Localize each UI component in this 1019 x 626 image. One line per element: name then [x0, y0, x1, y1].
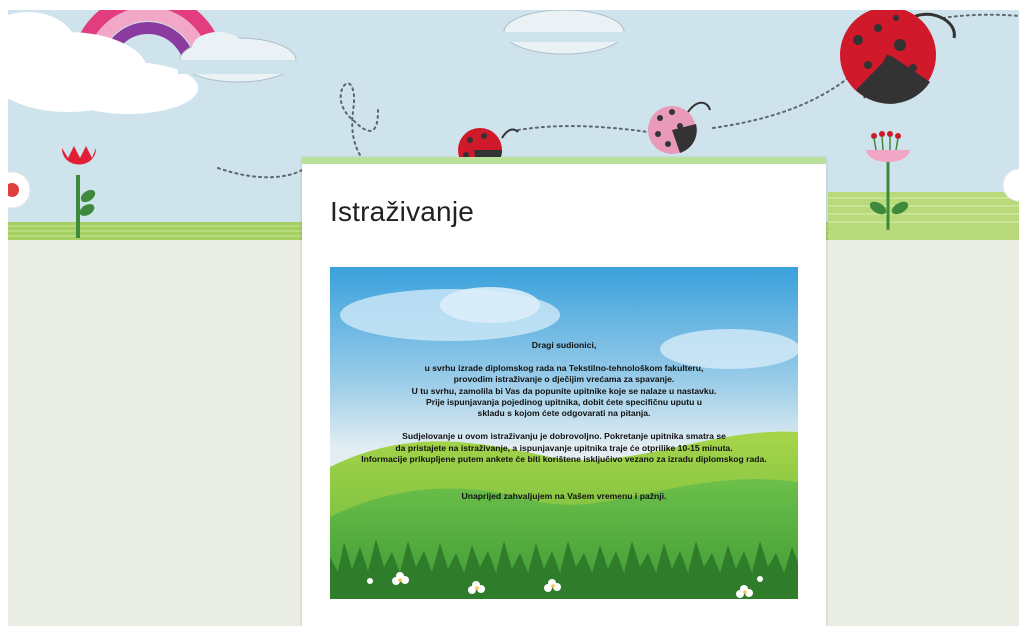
intro-message: Dragi sudionici, u svrhu izrade diplomsk… — [330, 340, 798, 502]
cloud-top-center — [502, 10, 626, 55]
intro-line: U tu svrhu, zamolila bi Vas da popunite … — [411, 385, 717, 396]
intro-line: skladu s kojom ćete odgovarati na pitanj… — [477, 408, 651, 419]
form-header-card: Istraživanje Dragi sudionici, u svrhu iz… — [302, 157, 826, 626]
intro-image: Dragi sudionici, u svrhu izrade diplomsk… — [330, 267, 798, 599]
intro-closing: Unaprijed zahvaljujem na Vašem vremenu i… — [461, 490, 667, 501]
intro-line: Sudjelovanje u ovom istraživanju je dobr… — [402, 431, 726, 442]
intro-line: u svrhu izrade diplomskog rada na Teksti… — [424, 362, 704, 373]
intro-line: Prije ispunjavanja pojedinog upitnika, d… — [426, 397, 702, 408]
form-page: Istraživanje Dragi sudionici, u svrhu iz… — [8, 10, 1019, 626]
intro-line: da pristajete na istraživanje, a ispunja… — [395, 442, 733, 453]
intro-greeting: Dragi sudionici, — [531, 340, 597, 350]
form-title: Istraživanje — [330, 196, 475, 227]
intro-line: provodim istraživanje o dječijim vrećama… — [453, 374, 675, 385]
intro-line: Informacije prikupljene putem ankete će … — [361, 454, 767, 465]
